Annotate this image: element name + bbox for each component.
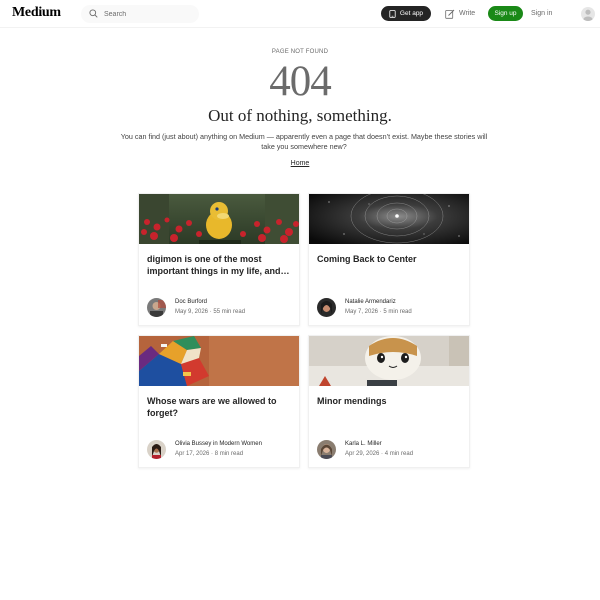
- story-date: Apr 17, 2026: [175, 451, 210, 457]
- top-nav: Medium Get app Write Sign up Sign in: [0, 0, 600, 28]
- get-app-label: Get app: [399, 10, 424, 17]
- author-avatar[interactable]: [147, 440, 166, 459]
- story-date: May 7, 2026: [345, 309, 379, 315]
- author-name[interactable]: Olivia Bussey in Modern Women: [175, 441, 262, 447]
- story-date: May 9, 2026: [175, 309, 209, 315]
- page-description: You can find (just about) anything on Me…: [120, 132, 488, 151]
- story-title[interactable]: digimon is one of the most important thi…: [147, 254, 295, 277]
- author-avatar[interactable]: [147, 298, 166, 317]
- medium-logo[interactable]: Medium: [12, 5, 61, 21]
- write-button[interactable]: Write: [445, 6, 475, 21]
- story-title[interactable]: Whose wars are we allowed to forget?: [147, 396, 295, 419]
- user-icon[interactable]: [581, 7, 595, 21]
- story-card[interactable]: digimon is one of the most important thi…: [138, 193, 300, 326]
- story-image[interactable]: [309, 336, 469, 386]
- read-time: 55 min read: [213, 309, 246, 315]
- story-card[interactable]: Whose wars are we allowed to forget? Oli…: [138, 335, 300, 468]
- search-icon: [89, 9, 98, 18]
- story-card[interactable]: Minor mendings Karla L. Miller Apr 29, 2…: [308, 335, 470, 468]
- get-app-button[interactable]: Get app: [381, 6, 431, 21]
- read-time: 4 min read: [384, 451, 414, 457]
- story-title[interactable]: Coming Back to Center: [317, 254, 465, 266]
- story-meta: May 7, 2026 · 5 min read: [345, 309, 412, 315]
- author-avatar[interactable]: [317, 298, 336, 317]
- search-box[interactable]: [81, 5, 199, 23]
- write-icon: [445, 9, 455, 19]
- error-code: 404: [269, 58, 332, 105]
- story-meta: May 9, 2026 · 55 min read: [175, 309, 246, 315]
- author-name[interactable]: Karla L. Miller: [345, 441, 382, 447]
- author-name[interactable]: Doc Burford: [175, 299, 207, 305]
- phone-icon: [389, 9, 396, 18]
- page-not-found-kicker: PAGE NOT FOUND: [271, 49, 329, 55]
- home-link[interactable]: Home: [291, 160, 310, 167]
- story-meta: Apr 29, 2026 · 4 min read: [345, 451, 414, 457]
- story-meta: Apr 17, 2026 · 8 min read: [175, 451, 244, 457]
- write-label: Write: [459, 10, 476, 17]
- read-time: 5 min read: [383, 309, 412, 315]
- sign-up-button[interactable]: Sign up: [488, 6, 523, 21]
- story-date: Apr 29, 2026: [345, 451, 380, 457]
- sign-in-link[interactable]: Sign in: [531, 6, 552, 21]
- author-name[interactable]: Natalie Armendariz: [345, 299, 396, 305]
- story-card[interactable]: Coming Back to Center Natalie Armendariz…: [308, 193, 470, 326]
- story-title[interactable]: Minor mendings: [317, 396, 465, 408]
- home-link-wrapper: Home: [0, 160, 600, 167]
- read-time: 8 min read: [214, 451, 244, 457]
- story-image[interactable]: [139, 336, 299, 386]
- story-image[interactable]: [139, 194, 299, 244]
- author-avatar[interactable]: [317, 440, 336, 459]
- story-image[interactable]: [309, 194, 469, 244]
- search-input[interactable]: [104, 8, 192, 20]
- page-headline: Out of nothing, something.: [208, 106, 392, 125]
